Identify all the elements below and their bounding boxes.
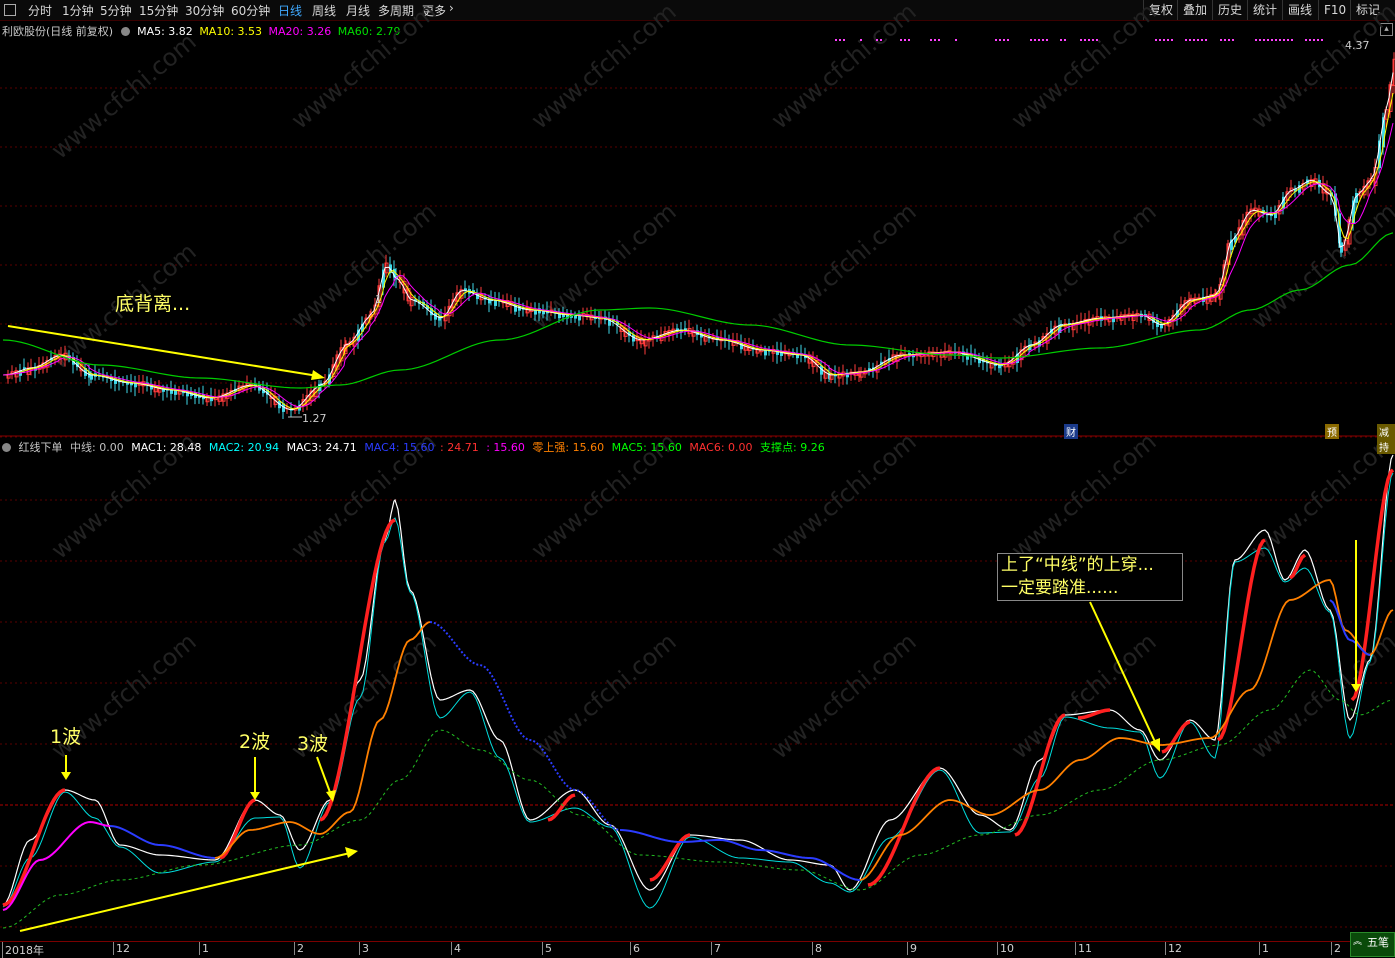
- watermark: www.cfchi.com: [1006, 197, 1162, 334]
- red-signal-segment: [867, 766, 941, 887]
- watermark: www.cfchi.com: [1246, 0, 1395, 135]
- arrow-head-icon: [345, 847, 358, 858]
- mac-blue-line: [109, 825, 216, 859]
- ind-val-3: MAC3: 24.71: [286, 441, 357, 454]
- bottom-tab-label: 五笔: [1367, 936, 1389, 949]
- marker-1: 1: [375, 293, 382, 306]
- time-axis-label: 1: [1259, 942, 1269, 955]
- wave-label-3: 3波: [297, 733, 329, 755]
- watermark: www.cfchi.com: [766, 197, 922, 334]
- red-signal-segment: [1216, 538, 1266, 742]
- watermark: www.cfchi.com: [46, 27, 202, 164]
- watermark: www.cfchi.com: [1006, 427, 1162, 564]
- note-line-1: 上了“中线”的上穿...: [1001, 555, 1154, 575]
- watermark: www.cfchi.com: [766, 627, 922, 764]
- watermark: www.cfchi.com: [1246, 197, 1395, 334]
- kline-chart[interactable]: www.cfchi.com www.cfchi.com www.cfchi.com w…: [0, 0, 1395, 957]
- watermark: www.cfchi.com: [1006, 0, 1162, 135]
- time-axis-label: 12: [1165, 942, 1182, 955]
- watermark: www.cfchi.com: [286, 197, 442, 334]
- ind-val-1: MAC1: 28.48: [131, 441, 202, 454]
- ind-val-10: 支撑点: 9.26: [760, 441, 825, 454]
- low-price-label: 1.27: [302, 412, 327, 425]
- ind-val-4: MAC4: 15.60: [364, 441, 435, 454]
- support-line: [2, 669, 1394, 929]
- forecast-tag[interactable]: 预: [1325, 424, 1339, 439]
- time-axis-label: 12: [113, 942, 130, 955]
- wave-label-2: 2波: [239, 731, 271, 753]
- ind-val-8: MAC5: 15.60: [611, 441, 682, 454]
- watermark: www.cfchi.com: [766, 0, 922, 135]
- time-axis-label: 4: [451, 942, 461, 955]
- bottom-tab[interactable]: ︽ 五笔: [1350, 932, 1395, 957]
- settings-icon[interactable]: [2, 443, 11, 452]
- watermark: www.cfchi.com: [1006, 627, 1162, 764]
- arrow-head-icon: [311, 370, 325, 380]
- time-axis-label: 2018年: [2, 942, 44, 958]
- crossover-note-box: 上了“中线”的上穿... 一定要踏准......: [997, 553, 1183, 601]
- time-axis-label: 8: [812, 942, 822, 955]
- watermark: www.cfchi.com: [286, 0, 442, 135]
- wave-label-1: 1波: [50, 726, 82, 748]
- time-axis-label: 9: [907, 942, 917, 955]
- time-axis: 2018年 12 1 2 3 4 5 6 7 8 9 10 11 12 1 2: [0, 941, 1395, 958]
- time-axis-label: 2: [1331, 942, 1341, 955]
- watermark: www.cfchi.com: [526, 627, 682, 764]
- arrow-head-icon: [61, 772, 71, 780]
- wave3-arrow: [316, 756, 332, 796]
- ind-val-6: : 15.60: [486, 441, 525, 454]
- time-axis-label: 5: [542, 942, 552, 955]
- ind-val-0: 中线: 0.00: [70, 441, 124, 454]
- time-axis-label: 3: [359, 942, 369, 955]
- time-axis-label: 11: [1075, 942, 1092, 955]
- indicator-title: 红线下单: [18, 441, 63, 454]
- ind-val-5: : 24.71: [440, 441, 479, 454]
- time-axis-label: 1: [199, 942, 209, 955]
- ind-val-2: MAC2: 20.94: [208, 441, 280, 454]
- time-axis-label: 6: [630, 942, 640, 955]
- finance-tag[interactable]: 财: [1064, 424, 1078, 439]
- mac2-line: [2, 472, 1394, 909]
- double-chevron-up-icon: ︽: [1353, 937, 1363, 947]
- mac1-line: [2, 454, 1394, 906]
- reduce-holding-tag[interactable]: 减持: [1377, 424, 1395, 454]
- mac-blue-line: [619, 829, 861, 881]
- watermark: www.cfchi.com: [526, 0, 682, 135]
- red-signal-segment: [547, 793, 576, 822]
- mac-blue-dotted: [429, 621, 621, 831]
- ind-val-7: 零上强: 15.60: [532, 441, 605, 454]
- time-axis-label: 2: [294, 942, 304, 955]
- time-axis-label: 10: [997, 942, 1014, 955]
- watermark: www.cfchi.com: [526, 197, 682, 334]
- arrow-head-icon: [250, 792, 260, 800]
- time-axis-label: 7: [711, 942, 721, 955]
- watermark: www.cfchi.com: [1246, 427, 1395, 564]
- ind-val-9: MAC6: 0.00: [689, 441, 753, 454]
- indicator-info-bar: 红线下单 中线: 0.00 MAC1: 28.48 MAC2: 20.94 MA…: [2, 439, 825, 455]
- candle-body: [1340, 242, 1343, 253]
- high-price-label: 4.37: [1345, 39, 1370, 52]
- ma10-line: [2, 92, 1394, 410]
- divergence-annotation: 底背离...: [115, 293, 191, 315]
- note-line-2: 一定要踏准......: [1001, 578, 1119, 598]
- rising-trend-arrow-line: [19, 852, 351, 932]
